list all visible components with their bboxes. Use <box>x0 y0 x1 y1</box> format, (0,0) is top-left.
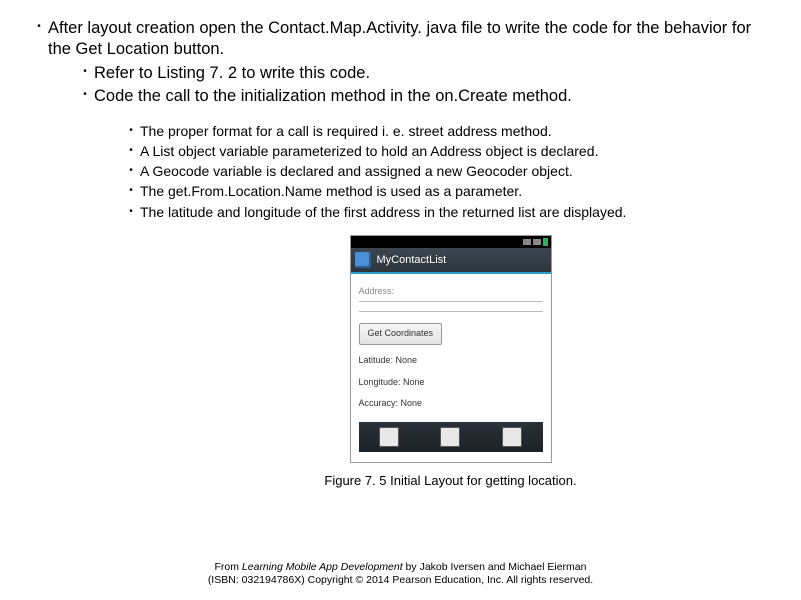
map-icon <box>440 427 460 447</box>
battery-icon <box>543 238 548 246</box>
phone-screen: Address: Get Coordinates Latitude: None … <box>351 274 551 462</box>
address-label: Address: <box>359 286 543 298</box>
address-input[interactable] <box>359 300 543 302</box>
list-icon <box>379 427 399 447</box>
get-coordinates-button[interactable]: Get Coordinates <box>359 323 443 345</box>
bullet-lvl1: • After layout creation open the Contact… <box>30 18 771 61</box>
nav-item-map[interactable] <box>420 422 481 452</box>
bullet-dot: • <box>122 182 140 200</box>
bullet-text: After layout creation open the Contact.M… <box>48 18 771 61</box>
bullet-lvl3: • The latitude and longitude of the firs… <box>122 203 771 221</box>
bullet-lvl3: • A Geocode variable is declared and ass… <box>122 162 771 180</box>
settings-icon <box>502 427 522 447</box>
bullet-text: Code the call to the initialization meth… <box>94 86 771 107</box>
phone-mock: MyContactList Address: Get Coordinates L… <box>350 235 552 463</box>
footer-prefix: From <box>215 561 242 573</box>
footer-book-title: Learning Mobile App Development <box>242 561 403 573</box>
phone-bottom-nav <box>359 422 543 452</box>
slide: • After layout creation open the Contact… <box>0 0 801 600</box>
bullet-text: The latitude and longitude of the first … <box>140 203 771 221</box>
figure-wrap: MyContactList Address: Get Coordinates L… <box>130 235 771 490</box>
bullet-lvl3: • The proper format for a call is requir… <box>122 122 771 140</box>
nav-item-settings[interactable] <box>481 422 542 452</box>
accuracy-value: Accuracy: None <box>359 398 543 410</box>
bullet-dot: • <box>122 203 140 221</box>
bullet-lvl2: • Code the call to the initialization me… <box>76 86 771 107</box>
bullet-text: The get.From.Location.Name method is use… <box>140 182 771 200</box>
figure-caption: Figure 7. 5 Initial Layout for getting l… <box>130 473 771 490</box>
bullet-dot: • <box>122 122 140 140</box>
bullet-dot: • <box>30 18 48 36</box>
bullet-dot: • <box>122 162 140 180</box>
bullet-text: A List object variable parameterized to … <box>140 142 771 160</box>
bullet-text: Refer to Listing 7. 2 to write this code… <box>94 63 771 84</box>
bullet-lvl3: • A List object variable parameterized t… <box>122 142 771 160</box>
bullet-dot: • <box>122 142 140 160</box>
bullet-text: The proper format for a call is required… <box>140 122 771 140</box>
bullet-dot: • <box>76 63 94 81</box>
phone-titlebar: MyContactList <box>351 248 551 274</box>
longitude-value: Longitude: None <box>359 377 543 389</box>
footer: From Learning Mobile App Development by … <box>0 561 801 588</box>
nav-item-list[interactable] <box>359 422 420 452</box>
app-icon <box>355 252 371 268</box>
footer-authors: by Jakob Iversen and Michael Eierman <box>403 561 587 573</box>
address-input-2[interactable] <box>359 310 543 312</box>
bullet-lvl3: • The get.From.Location.Name method is u… <box>122 182 771 200</box>
phone-statusbar <box>351 236 551 248</box>
app-title: MyContactList <box>377 253 447 267</box>
signal-icon <box>523 239 531 245</box>
bullet-text: A Geocode variable is declared and assig… <box>140 162 771 180</box>
signal-icon <box>533 239 541 245</box>
bullet-dot: • <box>76 86 94 104</box>
latitude-value: Latitude: None <box>359 355 543 367</box>
bullet-lvl2: • Refer to Listing 7. 2 to write this co… <box>76 63 771 84</box>
footer-copyright: (ISBN: 032194786X) Copyright © 2014 Pear… <box>208 574 593 586</box>
